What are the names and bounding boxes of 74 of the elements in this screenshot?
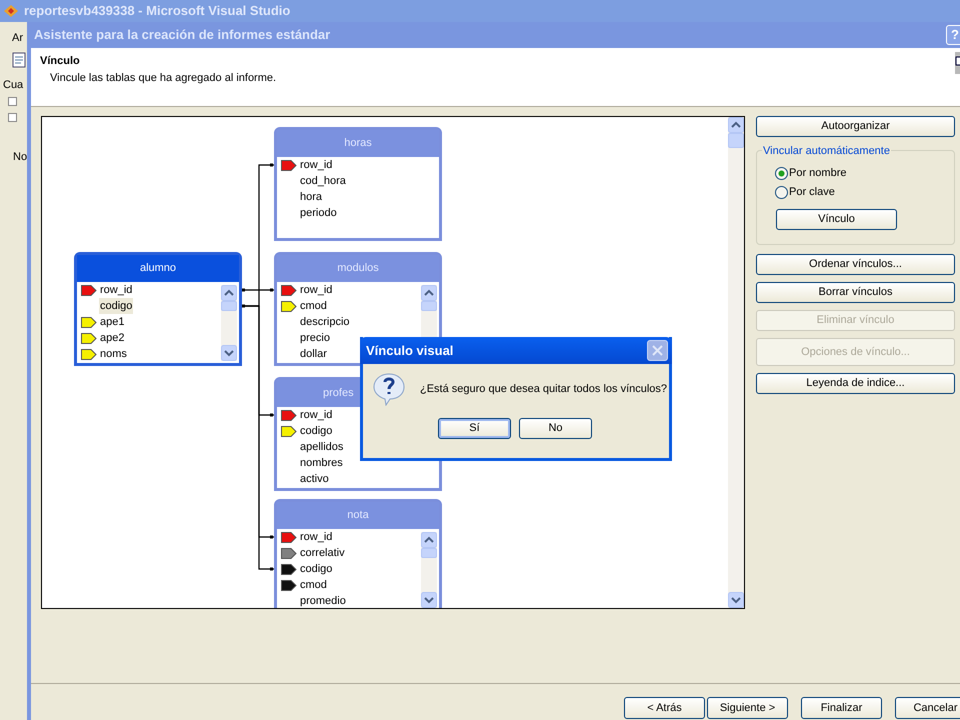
- field-name[interactable]: correlativ: [299, 545, 346, 561]
- scroll-up-icon[interactable]: [421, 285, 437, 301]
- radio-label[interactable]: Por clave: [789, 184, 835, 201]
- field-name[interactable]: cod_hora: [299, 173, 347, 189]
- button[interactable]: Leyenda de indice...: [756, 373, 955, 394]
- table-node[interactable]: horas row_id cod_hora hora periodo: [274, 127, 442, 241]
- scroll-down-icon[interactable]: [221, 345, 237, 361]
- scroll-thumb[interactable]: [728, 133, 744, 148]
- field-name[interactable]: row_id: [299, 157, 334, 173]
- field-name[interactable]: nombres: [299, 455, 344, 471]
- field-name[interactable]: periodo: [299, 205, 338, 221]
- table-node[interactable]: alumno row_id codigo ape1 ape2 noms: [74, 252, 242, 366]
- menu-item[interactable]: Ar: [12, 30, 23, 46]
- button[interactable]: Autoorganizar: [756, 116, 955, 137]
- question-icon: [372, 372, 406, 406]
- scrollbar[interactable]: [421, 532, 437, 608]
- scroll-thumb[interactable]: [421, 301, 437, 311]
- table-name: horas: [344, 136, 372, 152]
- close-icon: [652, 345, 663, 356]
- radio-button[interactable]: [775, 167, 788, 180]
- table-name: profes: [323, 386, 354, 402]
- panel-title: Cua: [3, 78, 24, 93]
- field-name[interactable]: cmod: [299, 298, 328, 314]
- window-title: reportesvb439338 - Microsoft Visual Studio: [24, 2, 290, 20]
- scrollbar[interactable]: [728, 117, 744, 608]
- field-name[interactable]: activo: [299, 471, 330, 487]
- page-heading: Vínculo: [40, 54, 80, 69]
- document-icon[interactable]: [12, 52, 26, 68]
- collapse-icon[interactable]: [8, 113, 17, 122]
- field-name[interactable]: dollar: [299, 346, 328, 362]
- table-name: modulos: [337, 261, 379, 276]
- field-name[interactable]: codigo: [299, 423, 334, 439]
- field-name[interactable]: ape1: [99, 314, 126, 330]
- field-name[interactable]: ape2: [99, 330, 126, 346]
- app-icon: [2, 3, 20, 19]
- field-name[interactable]: row_id: [299, 529, 334, 545]
- field-name[interactable]: promedio: [299, 593, 347, 608]
- expand-icon[interactable]: [8, 97, 17, 106]
- button[interactable]: Borrar vínculos: [756, 282, 955, 303]
- button[interactable]: < Atrás: [624, 697, 705, 719]
- button[interactable]: Finalizar: [801, 697, 882, 719]
- field-name[interactable]: hora: [299, 189, 324, 205]
- button[interactable]: Vínculo: [776, 209, 897, 230]
- field-name[interactable]: apellidos: [299, 439, 344, 455]
- button[interactable]: Sí: [438, 418, 511, 439]
- field-name[interactable]: cmod: [299, 577, 328, 593]
- radio-label[interactable]: Por nombre: [789, 165, 846, 182]
- field-name[interactable]: descripcio: [299, 314, 351, 330]
- dialog-title: Asistente para la creación de informes estándar: [34, 26, 330, 44]
- field-name[interactable]: codigo: [299, 561, 334, 577]
- table-node[interactable]: nota row_id correlativ codigo cmod promedio: [274, 499, 442, 608]
- button[interactable]: No: [519, 418, 592, 439]
- scroll-up-icon[interactable]: [728, 117, 744, 133]
- scroll-thumb[interactable]: [221, 301, 237, 311]
- scroll-up-icon[interactable]: [221, 285, 237, 301]
- field-name[interactable]: row_id: [299, 407, 334, 423]
- scroll-up-icon[interactable]: [421, 532, 437, 548]
- tree-item[interactable]: No: [13, 149, 28, 166]
- page-description: Vincule las tablas que ha agregado al informe.: [49, 70, 278, 86]
- table-name: nota: [347, 508, 369, 524]
- field-name[interactable]: noms: [99, 346, 128, 362]
- scroll-down-icon[interactable]: [421, 592, 437, 608]
- scroll-thumb[interactable]: [421, 548, 437, 558]
- table-name: alumno: [140, 261, 176, 276]
- scroll-down-icon[interactable]: [728, 592, 744, 608]
- button[interactable]: Ordenar vínculos...: [756, 254, 955, 275]
- radio-button[interactable]: [775, 186, 788, 199]
- field-name[interactable]: precio: [299, 330, 331, 346]
- field-name[interactable]: row_id: [99, 282, 134, 298]
- field-name[interactable]: row_id: [299, 282, 334, 298]
- field-name[interactable]: codigo: [99, 298, 134, 314]
- button[interactable]: Siguiente >: [707, 697, 788, 719]
- button[interactable]: Cancelar: [895, 697, 960, 719]
- scrollbar[interactable]: [221, 285, 237, 361]
